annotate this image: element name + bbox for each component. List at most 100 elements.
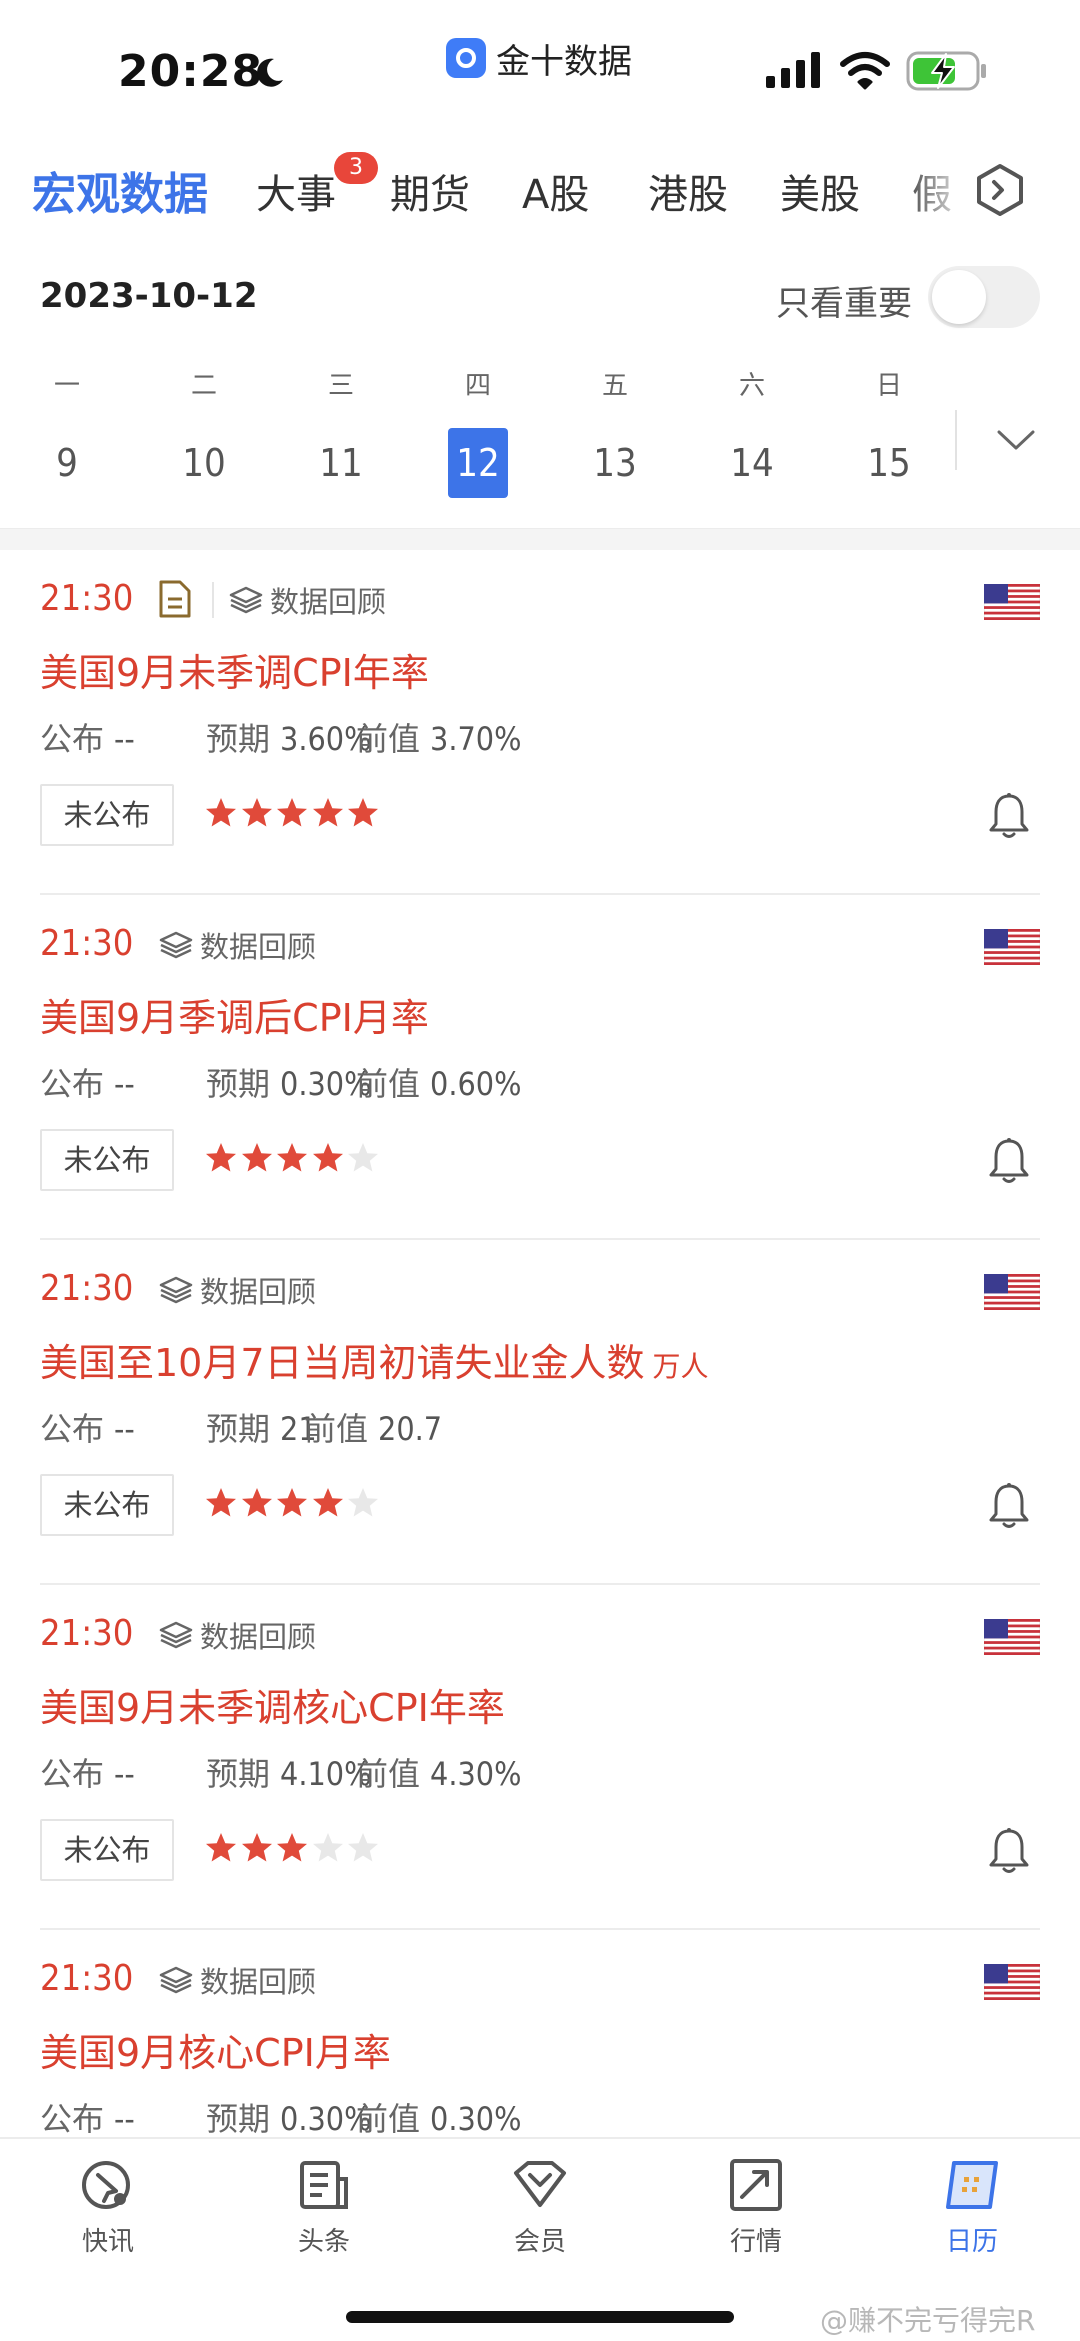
previous-number: 3.70% — [430, 720, 522, 758]
bell-icon[interactable] — [988, 792, 1030, 840]
tab-futures[interactable]: 期货 — [390, 162, 470, 220]
event-values: 公布 -- 预期 0.30% 前值 0.60% — [40, 1059, 940, 1103]
published-number: -- — [114, 1755, 135, 1793]
only-important-toggle[interactable] — [928, 266, 1040, 328]
day-monday[interactable]: 一 9 — [17, 366, 117, 498]
nav-vip[interactable]: 会员 — [480, 2157, 600, 2258]
bell-icon[interactable] — [988, 1827, 1030, 1875]
tab-hk-stocks[interactable]: 港股 — [648, 162, 728, 220]
event-title[interactable]: 美国9月季调后CPI月率 — [40, 987, 429, 1042]
data-review-label: 数据回顾 — [200, 1965, 317, 1999]
event-title[interactable]: 美国9月未季调核心CPI年率 — [40, 1677, 505, 1732]
day-thursday[interactable]: 四 12 — [428, 366, 528, 498]
category-tabs: 宏观数据 大事 3 期货 A股 港股 美股 假 — [0, 152, 1080, 232]
day-saturday[interactable]: 六 14 — [702, 366, 802, 498]
bottom-nav: 快讯 头条 会员 行情 日历 @赚不完亏得完R — [0, 2137, 1080, 2341]
bell-icon[interactable] — [988, 1482, 1030, 1530]
importance-stars — [204, 796, 382, 832]
data-review-link[interactable]: 数据回顾 — [158, 1960, 316, 2000]
data-review-link[interactable]: 数据回顾 — [158, 925, 316, 965]
nav-calendar[interactable]: 日历 — [912, 2157, 1032, 2258]
published-label: 公布 — [40, 1065, 105, 1103]
star-filled-icon — [206, 798, 236, 827]
tab-big-events[interactable]: 大事 — [256, 162, 336, 220]
published-number: -- — [114, 1065, 135, 1103]
star-empty-icon — [348, 1143, 378, 1172]
previous-value: 前值 4.30% — [356, 1749, 521, 1795]
event-values: 公布 -- 预期 3.60% 前值 3.70% — [40, 714, 940, 758]
day-wednesday[interactable]: 三 11 — [291, 366, 391, 498]
weekday-label: 五 — [601, 371, 628, 401]
tab-a-shares[interactable]: A股 — [522, 162, 589, 220]
hexagon-settings-icon[interactable] — [974, 162, 1026, 218]
tab-badge-count: 3 — [334, 152, 378, 184]
day-number: 13 — [593, 441, 637, 485]
event-title-text: 美国至10月7日当周初请失业金人数 — [40, 1341, 645, 1385]
event-title[interactable]: 美国9月未季调CPI年率 — [40, 642, 429, 697]
star-filled-icon — [277, 1488, 307, 1517]
star-empty-icon — [348, 1833, 378, 1862]
app-logo-icon — [446, 38, 486, 78]
watermark: @赚不完亏得完R — [820, 2304, 1036, 2337]
moon-icon — [257, 58, 283, 87]
event-time: 21:30 — [40, 578, 134, 619]
expected-value: 预期 21 — [206, 1404, 317, 1450]
day-number-selected: 12 — [448, 428, 508, 498]
published-label: 公布 — [40, 720, 105, 758]
event-card[interactable]: 21:30 数据回顾 美国9月季调后CPI月率 公布 -- 预期 0.30% 前值 0… — [40, 895, 1040, 1240]
star-filled-icon — [241, 1488, 272, 1517]
chevron-down-icon[interactable] — [996, 424, 1036, 454]
importance-stars — [204, 1486, 382, 1522]
status-badge: 未公布 — [40, 784, 174, 846]
tab-macro-data[interactable]: 宏观数据 — [32, 158, 208, 222]
data-review-link[interactable]: 数据回顾 — [158, 1270, 316, 1310]
previous-value: 前值 0.60% — [356, 1059, 521, 1105]
us-flag-icon — [984, 1274, 1040, 1310]
event-values: 公布 -- 预期 4.10% 前值 4.30% — [40, 1749, 940, 1793]
nav-headlines[interactable]: 头条 — [264, 2157, 384, 2258]
previous-number: 0.60% — [430, 1065, 522, 1103]
nav-label: 会员 — [513, 2227, 566, 2257]
previous-number: 20.7 — [378, 1410, 443, 1448]
published-number: -- — [114, 2100, 135, 2138]
expected-value: 预期 3.60% — [206, 714, 371, 760]
event-card[interactable]: 21:30 数据回顾 美国9月未季调核心CPI年率 公布 -- 预期 4.10% 前… — [40, 1585, 1040, 1930]
bell-icon[interactable] — [988, 1137, 1030, 1185]
home-indicator[interactable] — [346, 2311, 734, 2323]
data-review-link[interactable]: 数据回顾 — [158, 1615, 316, 1655]
expected-label: 预期 — [206, 720, 271, 758]
tab-us-stocks[interactable]: 美股 — [780, 162, 860, 220]
previous-value: 前值 3.70% — [356, 714, 521, 760]
previous-label: 前值 — [356, 1755, 421, 1793]
status-badge: 未公布 — [40, 1129, 174, 1191]
layers-icon — [159, 931, 193, 959]
data-review-link[interactable]: 数据回顾 — [228, 580, 386, 620]
event-title[interactable]: 美国至10月7日当周初请失业金人数 万人 — [40, 1332, 709, 1387]
nav-market[interactable]: 行情 — [696, 2157, 816, 2258]
star-filled-icon — [206, 1143, 236, 1172]
layers-icon — [229, 586, 263, 614]
weekday-label: 三 — [327, 371, 354, 401]
expected-value: 预期 0.30% — [206, 1059, 371, 1105]
expected-label: 预期 — [206, 2100, 271, 2138]
selected-date[interactable]: 2023-10-12 — [40, 276, 257, 316]
event-card[interactable]: 21:30 数据回顾 美国9月未季调CPI年率 公布 -- 预期 3.60% 前… — [40, 550, 1040, 895]
event-time: 21:30 — [40, 1613, 134, 1654]
event-card[interactable]: 21:30 数据回顾 美国至10月7日当周初请失业金人数 万人 公布 -- 预期 21… — [40, 1240, 1040, 1585]
weekday-label: 一 — [53, 371, 80, 401]
event-title[interactable]: 美国9月核心CPI月率 — [40, 2022, 391, 2077]
weekday-label: 六 — [738, 371, 765, 401]
data-review-label: 数据回顾 — [200, 1620, 317, 1654]
day-sunday[interactable]: 日 15 — [839, 366, 939, 498]
published-value: 公布 -- — [40, 1059, 135, 1105]
week-strip: 一 9 二 10 三 11 四 12 五 13 六 14 日 15 — [0, 366, 1080, 516]
published-value: 公布 -- — [40, 1404, 135, 1450]
day-tuesday[interactable]: 二 10 — [154, 366, 254, 498]
event-time: 21:30 — [40, 1268, 134, 1309]
clock: 20:28 — [118, 46, 264, 97]
document-icon[interactable] — [158, 580, 192, 618]
previous-label: 前值 — [356, 2100, 421, 2138]
day-friday[interactable]: 五 13 — [565, 366, 665, 498]
previous-value: 前值 0.30% — [356, 2094, 521, 2140]
nav-flash-news[interactable]: 快讯 — [48, 2157, 168, 2258]
